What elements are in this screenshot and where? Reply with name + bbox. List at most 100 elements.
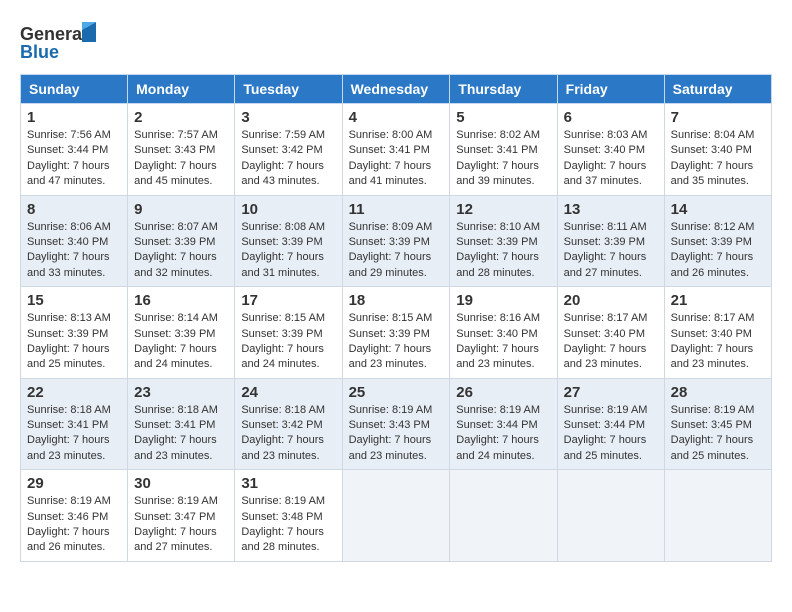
day-number: 26 — [456, 384, 550, 401]
calendar-week-4: 22 Sunrise: 8:18 AMSunset: 3:41 PMDayligh… — [21, 378, 772, 470]
calendar-cell: 8Sunrise: 8:06 AMSunset: 3:40 PMDaylight… — [21, 195, 128, 287]
day-info: Sunrise: 8:07 AMSunset: 3:39 PMDaylight:… — [134, 220, 228, 282]
calendar-cell: 22 Sunrise: 8:18 AMSunset: 3:41 PMDayligh… — [21, 378, 128, 470]
day-info: Sunrise: 8:08 AMSunset: 3:39 PMDaylight:… — [241, 220, 335, 282]
calendar-cell: 14 Sunrise: 8:12 AMSunset: 3:39 PMDayligh… — [664, 195, 771, 287]
day-info: Sunrise: 8:13 AMSunset: 3:39 PMDaylight:… — [27, 311, 121, 373]
day-info: Sunrise: 8:15 AMSunset: 3:39 PMDaylight:… — [349, 311, 444, 373]
calendar-cell — [450, 470, 557, 562]
day-number: 25 — [349, 384, 444, 401]
calendar-cell: 24Sunrise: 8:18 AMSunset: 3:42 PMDayligh… — [235, 378, 342, 470]
calendar-cell: 23 Sunrise: 8:18 AMSunset: 3:41 PMDayligh… — [128, 378, 235, 470]
day-info: Sunrise: 8:12 AMSunset: 3:39 PMDaylight:… — [671, 220, 765, 282]
day-number: 13 — [564, 201, 658, 218]
day-info: Sunrise: 8:19 AMSunset: 3:43 PMDaylight:… — [349, 403, 444, 465]
svg-text:General: General — [20, 24, 87, 44]
day-info: Sunrise: 8:02 AMSunset: 3:41 PMDaylight:… — [456, 128, 550, 190]
day-info: Sunrise: 8:18 AMSunset: 3:41 PMDaylight:… — [27, 403, 121, 465]
day-number: 19 — [456, 292, 550, 309]
day-number: 1 — [27, 109, 121, 126]
calendar-cell: 27 Sunrise: 8:19 AMSunset: 3:44 PMDayligh… — [557, 378, 664, 470]
day-info: Sunrise: 8:16 AMSunset: 3:40 PMDaylight:… — [456, 311, 550, 373]
calendar-cell: 5 Sunrise: 8:02 AMSunset: 3:41 PMDaylight… — [450, 104, 557, 196]
column-header-wednesday: Wednesday — [342, 75, 450, 104]
day-info: Sunrise: 8:19 AMSunset: 3:48 PMDaylight:… — [241, 494, 335, 556]
day-number: 3 — [241, 109, 335, 126]
calendar-cell: 19 Sunrise: 8:16 AMSunset: 3:40 PMDayligh… — [450, 287, 557, 379]
day-info: Sunrise: 8:15 AMSunset: 3:39 PMDaylight:… — [241, 311, 335, 373]
day-number: 12 — [456, 201, 550, 218]
day-number: 7 — [671, 109, 765, 126]
calendar-cell: 4 Sunrise: 8:00 AMSunset: 3:41 PMDaylight… — [342, 104, 450, 196]
day-number: 15 — [27, 292, 121, 309]
calendar-cell: 26 Sunrise: 8:19 AMSunset: 3:44 PMDayligh… — [450, 378, 557, 470]
calendar-table: SundayMondayTuesdayWednesdayThursdayFrid… — [20, 74, 772, 562]
day-info: Sunrise: 8:10 AMSunset: 3:39 PMDaylight:… — [456, 220, 550, 282]
calendar-cell: 1 Sunrise: 7:56 AMSunset: 3:44 PMDaylight… — [21, 104, 128, 196]
page-header: General Blue — [20, 20, 772, 64]
calendar-cell: 17 Sunrise: 8:15 AMSunset: 3:39 PMDayligh… — [235, 287, 342, 379]
calendar-cell: 2Sunrise: 7:57 AMSunset: 3:43 PMDaylight… — [128, 104, 235, 196]
day-info: Sunrise: 8:18 AMSunset: 3:41 PMDaylight:… — [134, 403, 228, 465]
day-info: Sunrise: 8:17 AMSunset: 3:40 PMDaylight:… — [564, 311, 658, 373]
day-info: Sunrise: 8:04 AMSunset: 3:40 PMDaylight:… — [671, 128, 765, 190]
logo: General Blue — [20, 20, 100, 64]
day-number: 30 — [134, 475, 228, 492]
day-info: Sunrise: 8:11 AMSunset: 3:39 PMDaylight:… — [564, 220, 658, 282]
column-header-sunday: Sunday — [21, 75, 128, 104]
svg-text:Blue: Blue — [20, 42, 59, 62]
calendar-cell: 13 Sunrise: 8:11 AMSunset: 3:39 PMDayligh… — [557, 195, 664, 287]
day-info: Sunrise: 7:57 AMSunset: 3:43 PMDaylight:… — [134, 128, 228, 190]
day-number: 27 — [564, 384, 658, 401]
day-number: 9 — [134, 201, 228, 218]
calendar-cell: 20 Sunrise: 8:17 AMSunset: 3:40 PMDayligh… — [557, 287, 664, 379]
day-number: 31 — [241, 475, 335, 492]
day-number: 23 — [134, 384, 228, 401]
calendar-cell: 10 Sunrise: 8:08 AMSunset: 3:39 PMDayligh… — [235, 195, 342, 287]
column-header-monday: Monday — [128, 75, 235, 104]
day-info: Sunrise: 8:03 AMSunset: 3:40 PMDaylight:… — [564, 128, 658, 190]
day-info: Sunrise: 8:09 AMSunset: 3:39 PMDaylight:… — [349, 220, 444, 282]
calendar-header-row: SundayMondayTuesdayWednesdayThursdayFrid… — [21, 75, 772, 104]
column-header-saturday: Saturday — [664, 75, 771, 104]
day-number: 21 — [671, 292, 765, 309]
day-info: Sunrise: 7:56 AMSunset: 3:44 PMDaylight:… — [27, 128, 121, 190]
calendar-week-2: 8Sunrise: 8:06 AMSunset: 3:40 PMDaylight… — [21, 195, 772, 287]
calendar-cell: 9 Sunrise: 8:07 AMSunset: 3:39 PMDaylight… — [128, 195, 235, 287]
calendar-cell: 3 Sunrise: 7:59 AMSunset: 3:42 PMDaylight… — [235, 104, 342, 196]
calendar-cell: 11Sunrise: 8:09 AMSunset: 3:39 PMDayligh… — [342, 195, 450, 287]
calendar-cell: 29 Sunrise: 8:19 AMSunset: 3:46 PMDayligh… — [21, 470, 128, 562]
day-number: 17 — [241, 292, 335, 309]
day-number: 5 — [456, 109, 550, 126]
day-number: 14 — [671, 201, 765, 218]
day-number: 4 — [349, 109, 444, 126]
day-number: 29 — [27, 475, 121, 492]
day-info: Sunrise: 8:14 AMSunset: 3:39 PMDaylight:… — [134, 311, 228, 373]
calendar-cell: 21Sunrise: 8:17 AMSunset: 3:40 PMDayligh… — [664, 287, 771, 379]
day-info: Sunrise: 8:19 AMSunset: 3:44 PMDaylight:… — [456, 403, 550, 465]
day-info: Sunrise: 8:00 AMSunset: 3:41 PMDaylight:… — [349, 128, 444, 190]
calendar-cell: 30 Sunrise: 8:19 AMSunset: 3:47 PMDayligh… — [128, 470, 235, 562]
day-number: 22 — [27, 384, 121, 401]
column-header-tuesday: Tuesday — [235, 75, 342, 104]
calendar-cell — [557, 470, 664, 562]
calendar-cell: 7 Sunrise: 8:04 AMSunset: 3:40 PMDaylight… — [664, 104, 771, 196]
calendar-cell: 31 Sunrise: 8:19 AMSunset: 3:48 PMDayligh… — [235, 470, 342, 562]
calendar-cell: 16 Sunrise: 8:14 AMSunset: 3:39 PMDayligh… — [128, 287, 235, 379]
calendar-week-3: 15 Sunrise: 8:13 AMSunset: 3:39 PMDayligh… — [21, 287, 772, 379]
column-header-friday: Friday — [557, 75, 664, 104]
day-number: 18 — [349, 292, 444, 309]
day-info: Sunrise: 7:59 AMSunset: 3:42 PMDaylight:… — [241, 128, 335, 190]
day-info: Sunrise: 8:19 AMSunset: 3:47 PMDaylight:… — [134, 494, 228, 556]
calendar-cell: 28Sunrise: 8:19 AMSunset: 3:45 PMDayligh… — [664, 378, 771, 470]
day-number: 20 — [564, 292, 658, 309]
day-number: 16 — [134, 292, 228, 309]
day-info: Sunrise: 8:06 AMSunset: 3:40 PMDaylight:… — [27, 220, 121, 282]
day-number: 28 — [671, 384, 765, 401]
logo-icon: General Blue — [20, 20, 100, 64]
day-info: Sunrise: 8:19 AMSunset: 3:44 PMDaylight:… — [564, 403, 658, 465]
day-info: Sunrise: 8:19 AMSunset: 3:46 PMDaylight:… — [27, 494, 121, 556]
calendar-cell: 18 Sunrise: 8:15 AMSunset: 3:39 PMDayligh… — [342, 287, 450, 379]
day-number: 10 — [241, 201, 335, 218]
day-info: Sunrise: 8:18 AMSunset: 3:42 PMDaylight:… — [241, 403, 335, 465]
